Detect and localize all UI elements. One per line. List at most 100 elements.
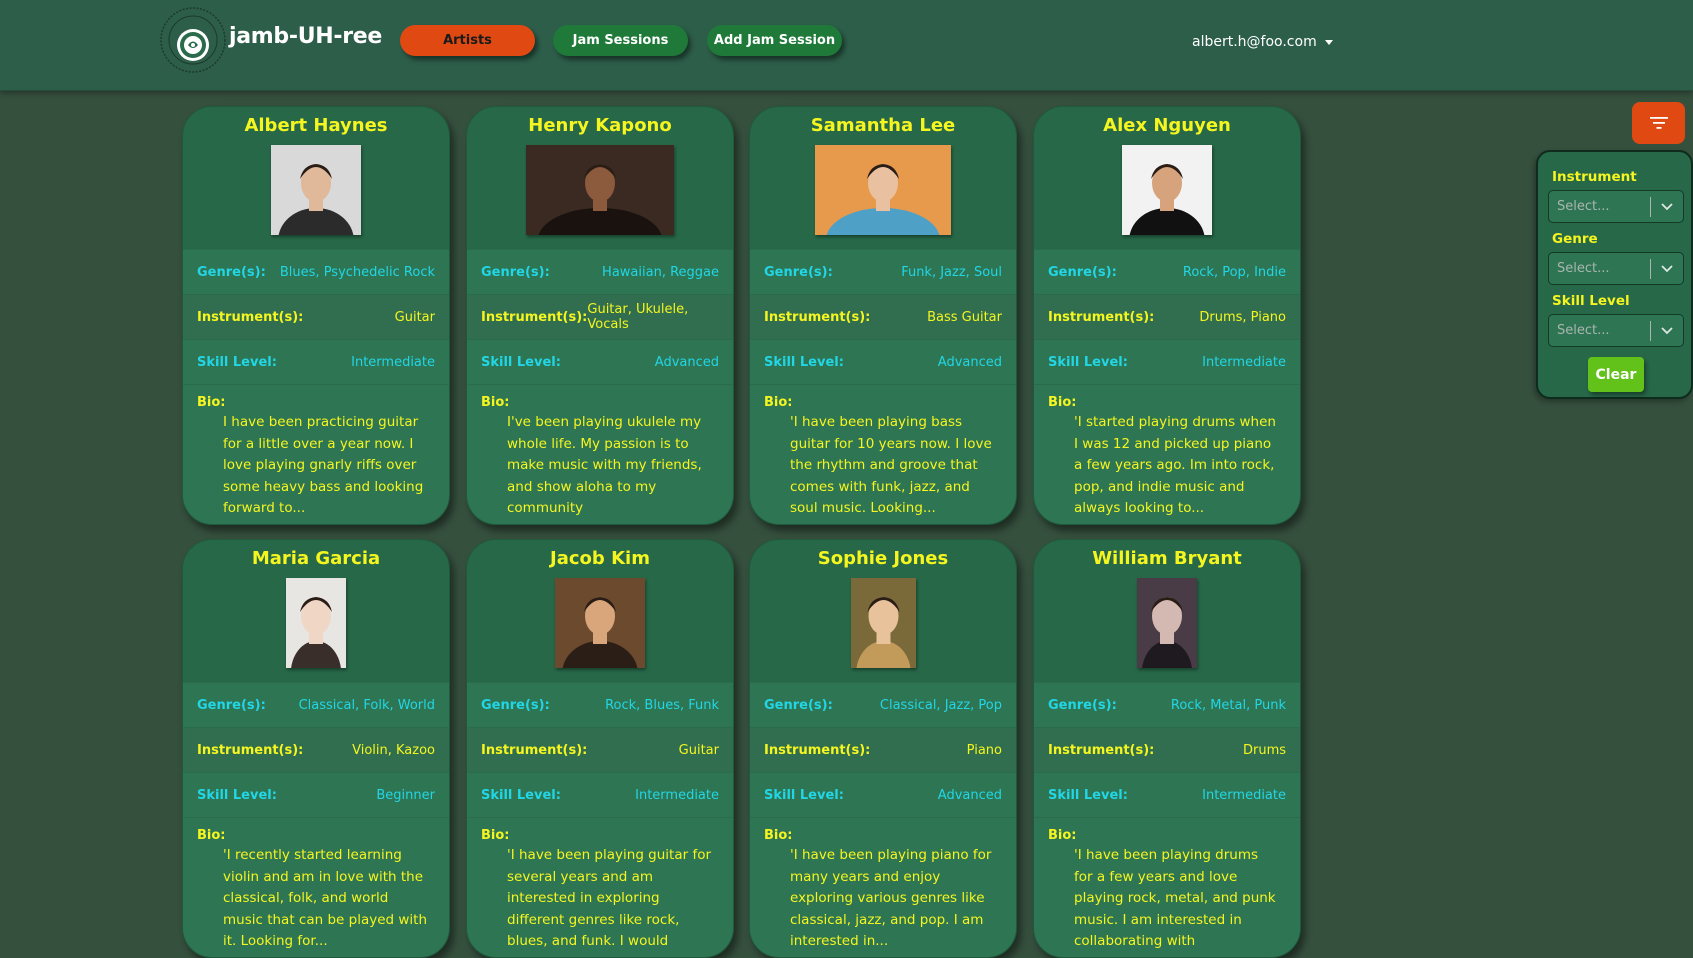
instruments-label: Instrument(s): (197, 742, 304, 758)
instrument-filter-select[interactable]: Select... (1548, 190, 1684, 223)
genres-label: Genre(s): (764, 697, 833, 713)
user-email: albert.h@foo.com (1192, 34, 1317, 50)
filter-toggle-button[interactable] (1632, 102, 1685, 144)
genres-label: Genre(s): (197, 697, 266, 713)
nav-jam-sessions-button[interactable]: Jam Sessions (553, 25, 688, 56)
navbar: jamb-UH-ree Artists Jam Sessions Add Jam… (0, 0, 1693, 91)
card-header: Jacob Kim (467, 548, 733, 682)
caret-down-icon (1324, 39, 1333, 45)
bio-label: Bio: (197, 828, 226, 843)
instruments-value: Piano (966, 742, 1002, 758)
artist-photo (555, 578, 645, 668)
artist-card[interactable]: Albert Haynes Genre(s): Blues, Psychedel… (182, 106, 450, 525)
bio-section: Bio: I've been playing ukulele my whole … (467, 384, 733, 524)
bio-label: Bio: (481, 828, 510, 843)
artist-card[interactable]: Maria Garcia Genre(s): Classical, Folk, … (182, 539, 450, 958)
card-header: William Bryant (1034, 548, 1300, 682)
bio-section: Bio: 'I have been playing piano for many… (750, 817, 1016, 957)
skill-value: Intermediate (635, 787, 719, 803)
nav-add-jam-session-button[interactable]: Add Jam Session (707, 25, 842, 56)
artist-photo (815, 145, 951, 235)
chevron-down-icon (1651, 326, 1683, 335)
artist-name: Samantha Lee (810, 115, 956, 136)
genres-row: Genre(s): Blues, Psychedelic Rock (183, 249, 449, 294)
instruments-value: Guitar (678, 742, 719, 758)
bio-text: 'I recently started learning violin and … (223, 847, 428, 949)
chevron-down-icon (1651, 202, 1683, 211)
instruments-row: Instrument(s): Bass Guitar (750, 294, 1016, 339)
instruments-row: Instrument(s): Guitar (183, 294, 449, 339)
genres-value: Rock, Pop, Indie (1182, 264, 1286, 280)
skill-row: Skill Level: Advanced (750, 772, 1016, 817)
bio-text: 'I have been playing drums for a few yea… (1074, 847, 1276, 949)
user-menu-dropdown[interactable]: albert.h@foo.com (1192, 32, 1333, 52)
instruments-value: Guitar (394, 309, 435, 325)
bio-text: 'I started playing drums when I was 12 a… (1074, 414, 1276, 516)
skill-label: Skill Level: (1048, 354, 1128, 370)
skill-row: Skill Level: Intermediate (1034, 339, 1300, 384)
genres-row: Genre(s): Hawaiian, Reggae (467, 249, 733, 294)
skill-filter-placeholder: Select... (1557, 323, 1610, 338)
instruments-row: Instrument(s): Guitar, Ukulele, Vocals (467, 294, 733, 339)
skill-value: Intermediate (1202, 354, 1286, 370)
genres-row: Genre(s): Rock, Pop, Indie (1034, 249, 1300, 294)
artist-photo (850, 578, 916, 668)
bio-section: Bio: 'I have been playing bass guitar fo… (750, 384, 1016, 524)
instruments-label: Instrument(s): (764, 742, 871, 758)
skill-row: Skill Level: Intermediate (183, 339, 449, 384)
genres-value: Funk, Jazz, Soul (901, 264, 1002, 280)
artist-photo (1137, 578, 1197, 668)
clear-filters-button[interactable]: Clear (1588, 357, 1644, 392)
skill-label: Skill Level: (481, 354, 561, 370)
bio-section: Bio: I have been practicing guitar for a… (183, 384, 449, 524)
instruments-label: Instrument(s): (197, 309, 304, 325)
brand-logo[interactable] (160, 7, 226, 73)
genres-value: Hawaiian, Reggae (602, 264, 719, 280)
instruments-label: Instrument(s): (1048, 742, 1155, 758)
skill-row: Skill Level: Intermediate (1034, 772, 1300, 817)
artist-photo (1122, 145, 1212, 235)
artist-photo (526, 145, 674, 235)
genres-label: Genre(s): (481, 264, 550, 280)
instruments-value: Violin, Kazoo (352, 742, 435, 758)
skill-value: Intermediate (351, 354, 435, 370)
skill-label: Skill Level: (197, 787, 277, 803)
genre-filter-label: Genre (1552, 231, 1598, 247)
instruments-row: Instrument(s): Guitar (467, 727, 733, 772)
skill-value: Advanced (937, 787, 1002, 803)
skill-label: Skill Level: (764, 787, 844, 803)
card-header: Alex Nguyen (1034, 115, 1300, 249)
instruments-label: Instrument(s): (481, 309, 588, 325)
brand-name[interactable]: jamb-UH-ree (229, 24, 382, 49)
genres-row: Genre(s): Rock, Blues, Funk (467, 682, 733, 727)
bio-label: Bio: (197, 395, 226, 410)
artist-card[interactable]: Jacob Kim Genre(s): Rock, Blues, Funk In… (466, 539, 734, 958)
card-header: Sophie Jones (750, 548, 1016, 682)
genres-row: Genre(s): Classical, Jazz, Pop (750, 682, 1016, 727)
nav-artists-button[interactable]: Artists (400, 25, 535, 56)
genres-label: Genre(s): (197, 264, 266, 280)
genre-filter-select[interactable]: Select... (1548, 252, 1684, 285)
bio-section: Bio: 'I have been playing drums for a fe… (1034, 817, 1300, 957)
bio-section: Bio: 'I started playing drums when I was… (1034, 384, 1300, 524)
bio-section: Bio: 'I recently started learning violin… (183, 817, 449, 957)
bio-text: 'I have been playing piano for many year… (790, 847, 992, 949)
skill-filter-select[interactable]: Select... (1548, 314, 1684, 347)
skill-label: Skill Level: (764, 354, 844, 370)
instruments-row: Instrument(s): Violin, Kazoo (183, 727, 449, 772)
artist-card[interactable]: Samantha Lee Genre(s): Funk, Jazz, Soul … (749, 106, 1017, 525)
artist-card[interactable]: Sophie Jones Genre(s): Classical, Jazz, … (749, 539, 1017, 958)
artist-card[interactable]: William Bryant Genre(s): Rock, Metal, Pu… (1033, 539, 1301, 958)
skill-row: Skill Level: Beginner (183, 772, 449, 817)
skill-label: Skill Level: (1048, 787, 1128, 803)
artist-card[interactable]: Alex Nguyen Genre(s): Rock, Pop, Indie I… (1033, 106, 1301, 525)
instruments-label: Instrument(s): (1048, 309, 1155, 325)
genres-label: Genre(s): (1048, 697, 1117, 713)
instruments-row: Instrument(s): Drums (1034, 727, 1300, 772)
artist-card[interactable]: Henry Kapono Genre(s): Hawaiian, Reggae … (466, 106, 734, 525)
genres-value: Classical, Folk, World (298, 697, 435, 713)
bio-label: Bio: (1048, 828, 1077, 843)
skill-value: Advanced (654, 354, 719, 370)
artist-name: Jacob Kim (550, 548, 650, 569)
artist-photo (271, 145, 361, 235)
